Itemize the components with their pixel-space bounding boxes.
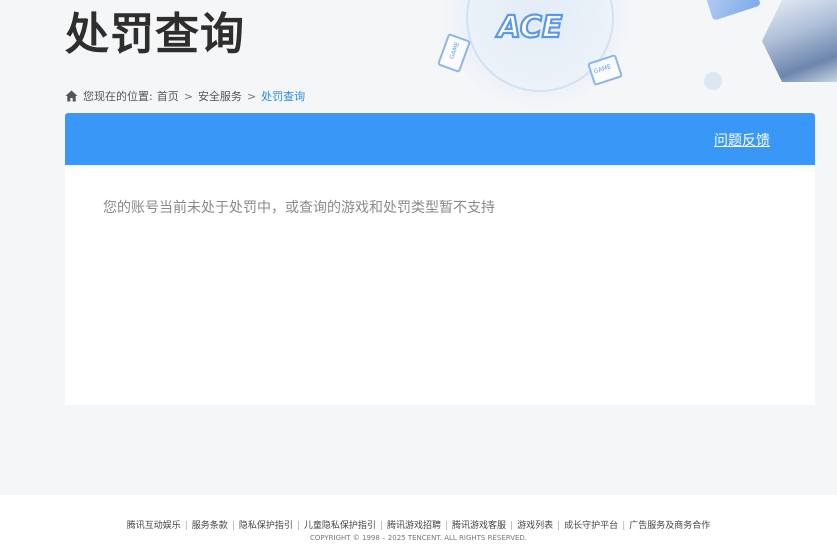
feedback-link[interactable]: 问题反馈 (714, 130, 770, 150)
footer-link-tencent-games[interactable]: 腾讯互动娱乐 (127, 521, 181, 531)
footer: 腾讯互动娱乐 | 服务条款 | 隐私保护指引 | 儿童隐私保护指引 | 腾讯游戏招聘 | 腾讯游戏客… (0, 495, 837, 546)
ace-logo-icon: ACE (494, 9, 564, 46)
footer-link-privacy[interactable]: 隐私保护指引 (239, 521, 293, 531)
footer-link-child-privacy[interactable]: 儿童隐私保护指引 (304, 521, 376, 531)
svg-text:ACE: ACE (496, 10, 563, 45)
breadcrumb: 您现在的位置: 首页 > 安全服务 > 处罚查询 (65, 88, 305, 104)
footer-separator: | (622, 521, 626, 531)
breadcrumb-current: 处罚查询 (261, 90, 306, 103)
breadcrumb-prefix: 您现在的位置: (83, 90, 153, 103)
footer-separator: | (379, 521, 383, 531)
breadcrumb-security-services[interactable]: 安全服务 (198, 88, 242, 104)
footer-separator: | (557, 521, 561, 531)
result-message: 您的账号当前未处于处罚中，或查询的游戏和处罚类型暂不支持 (103, 200, 495, 216)
decorative-shape (701, 0, 761, 21)
footer-link-guardian[interactable]: 成长守护平台 (564, 521, 618, 531)
panel-header: 问题反馈 (65, 113, 815, 165)
footer-link-game-list[interactable]: 游戏列表 (517, 521, 553, 531)
copyright: COPYRIGHT © 1998 – 2025 TENCENT. ALL RIG… (309, 534, 528, 542)
header-banner: ACE GAME GAME 处罚查询 您现在的位置: 首页 > 安全服务 > 处… (0, 0, 837, 112)
footer-link-ads-business[interactable]: 广告服务及商务合作 (629, 521, 710, 531)
breadcrumb-separator: > (246, 89, 257, 103)
footer-separator: | (231, 521, 235, 531)
breadcrumb-separator: > (183, 89, 193, 103)
breadcrumb-home[interactable]: 首页 (157, 88, 179, 104)
footer-links: 腾讯互动娱乐 | 服务条款 | 隐私保护指引 | 儿童隐私保护指引 | 腾讯游戏招聘 | 腾讯游戏客… (0, 518, 837, 531)
footer-link-careers[interactable]: 腾讯游戏招聘 (387, 521, 441, 531)
footer-separator: | (296, 521, 300, 531)
result-panel: 问题反馈 您的账号当前未处于处罚中，或查询的游戏和处罚类型暂不支持 (65, 113, 815, 405)
footer-link-terms[interactable]: 服务条款 (192, 521, 228, 531)
decorative-dot (704, 72, 722, 90)
page-title: 处罚查询 (65, 9, 245, 60)
footer-separator: | (510, 521, 514, 531)
character-illustration (762, 0, 837, 82)
footer-separator: | (445, 521, 449, 531)
footer-separator: | (184, 521, 188, 531)
footer-link-support[interactable]: 腾讯游戏客服 (452, 521, 506, 531)
home-icon (65, 90, 78, 102)
